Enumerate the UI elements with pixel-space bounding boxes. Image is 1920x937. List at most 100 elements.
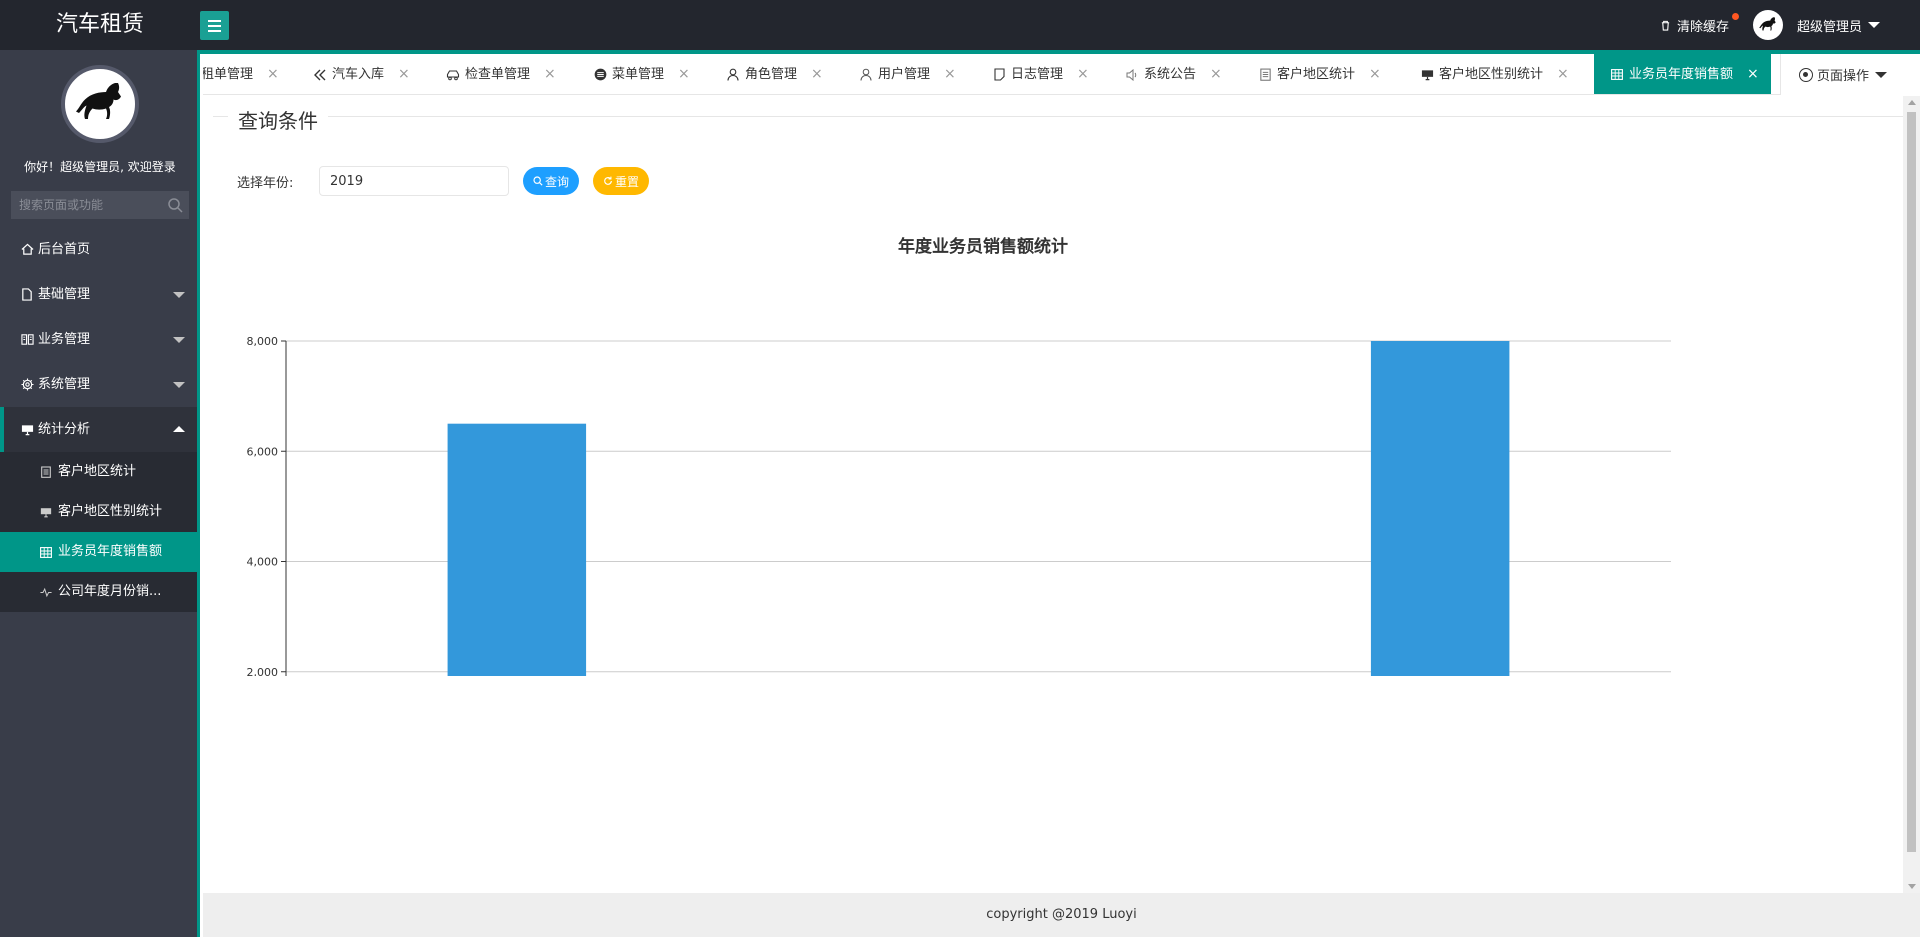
tab-label: 菜单管理 xyxy=(612,67,665,82)
search-icon[interactable] xyxy=(167,197,183,213)
close-icon[interactable]: × xyxy=(1369,54,1381,94)
bar xyxy=(1370,341,1510,676)
sidebar-item-label: 业务管理 xyxy=(38,332,91,347)
app-title[interactable]: 汽车租赁 xyxy=(0,0,200,50)
tab-role-management[interactable]: 角色管理 × xyxy=(726,54,823,94)
tab-label: 用户管理 xyxy=(878,67,931,82)
chevron-down-icon xyxy=(173,292,185,298)
scrollbar-thumb[interactable] xyxy=(1907,112,1916,852)
sidebar-item-business[interactable]: 业务管理 xyxy=(0,317,197,362)
year-label: 选择年份: xyxy=(237,175,294,191)
welcome-text: 你好！超级管理员, 欢迎登录 xyxy=(24,160,176,174)
query-button[interactable]: 查询 xyxy=(523,167,580,195)
close-icon[interactable]: × xyxy=(944,54,956,94)
reset-button-label: 重置 xyxy=(615,174,640,189)
tab-user-management[interactable]: 用户管理 × xyxy=(859,54,956,94)
tab-rental-orders[interactable]: 租单管理 × xyxy=(203,54,279,94)
sidebar-avatar xyxy=(61,65,139,143)
scroll-up-arrow-icon[interactable] xyxy=(1908,100,1916,105)
username-label: 超级管理员 xyxy=(1796,19,1862,35)
close-icon[interactable]: × xyxy=(398,54,410,94)
chevron-down-icon xyxy=(173,382,185,388)
page-operations-dropdown[interactable]: 页面操作 xyxy=(1780,54,1920,95)
close-icon[interactable]: × xyxy=(1747,54,1759,94)
y-tick-label: 6,000 xyxy=(247,445,279,458)
search-icon xyxy=(533,176,543,186)
year-input[interactable] xyxy=(319,166,509,196)
y-tick-label: 4,000 xyxy=(247,556,279,569)
clipboard-icon xyxy=(40,466,52,478)
tab-customer-gender[interactable]: 客户地区性别统计 × xyxy=(1420,54,1569,94)
sidebar-item-home[interactable]: 后台首页 xyxy=(0,227,197,272)
sidebar-item-basic[interactable]: 基础管理 xyxy=(0,272,197,317)
close-icon[interactable]: × xyxy=(1557,54,1569,94)
sidebar-item-label: 系统管理 xyxy=(38,377,91,392)
page-operations-label: 页面操作 xyxy=(1817,69,1870,84)
tab-label: 角色管理 xyxy=(745,67,798,82)
monitor-icon xyxy=(40,506,52,518)
user-icon xyxy=(726,68,740,82)
home-icon xyxy=(20,243,34,257)
tab-label: 汽车入库 xyxy=(332,67,385,82)
query-legend: 查询条件 xyxy=(228,105,328,134)
monitor-icon xyxy=(20,423,34,437)
footer: copyright @2019 Luoyi xyxy=(203,893,1920,937)
list-circle-icon xyxy=(593,68,607,82)
tab-log-management[interactable]: 日志管理 × xyxy=(992,54,1089,94)
query-fieldset: 查询条件 xyxy=(213,105,1903,134)
chevron-down-icon xyxy=(173,337,185,343)
monitor-icon xyxy=(1420,68,1434,82)
tab-customer-region[interactable]: 客户地区统计 × xyxy=(1258,54,1381,94)
tab-bar: 租单管理 × 汽车入库 × 检查单管理 × 菜单管理 × 角色管理 × 用户管理 × 日志管… xyxy=(203,54,1920,95)
sidebar-item-label: 后台首页 xyxy=(38,242,91,257)
close-icon[interactable]: × xyxy=(678,54,690,94)
top-header: 汽车租赁 清除缓存 超级管理员 xyxy=(0,0,1920,50)
sidebar-subitem-salesman-annual[interactable]: 业务员年度销售额 xyxy=(0,532,197,572)
sidebar-item-label: 统计分析 xyxy=(38,422,91,437)
user-outline-icon xyxy=(859,68,873,82)
tab-label: 客户地区统计 xyxy=(1277,67,1356,82)
tab-label: 系统公告 xyxy=(1144,67,1197,82)
query-form: 选择年份: 查询 重置 xyxy=(237,166,650,196)
refresh-icon xyxy=(604,176,612,185)
tab-menu-management[interactable]: 菜单管理 × xyxy=(593,54,690,94)
reset-button[interactable]: 重置 xyxy=(593,167,650,195)
trash-icon xyxy=(1661,20,1670,31)
close-icon[interactable]: × xyxy=(811,54,823,94)
tab-label: 租单管理 xyxy=(203,67,254,82)
sidebar-item-statistics[interactable]: 统计分析 xyxy=(0,407,197,452)
tab-salesman-annual[interactable]: 业务员年度销售额 × xyxy=(1594,54,1771,94)
clipboard-icon xyxy=(1258,68,1272,82)
close-icon[interactable]: × xyxy=(267,54,279,94)
file-icon xyxy=(20,288,34,302)
sidebar-subitem-customer-region[interactable]: 客户地区统计 xyxy=(0,452,197,492)
close-icon[interactable]: × xyxy=(1210,54,1222,94)
vertical-scrollbar[interactable] xyxy=(1903,96,1920,893)
bar xyxy=(447,423,587,676)
user-avatar xyxy=(1752,10,1783,40)
sidebar-item-system[interactable]: 系统管理 xyxy=(0,362,197,407)
sidebar: 你好！超级管理员, 欢迎登录 后台首页 基础管理 业务管理 系统管理 统计分析 xyxy=(0,50,200,937)
gear-icon xyxy=(20,378,34,392)
menu-toggle-button[interactable] xyxy=(200,11,229,40)
chart-title: 年度业务员销售额统计 xyxy=(898,237,1068,257)
sidebar-search xyxy=(10,190,190,220)
close-icon[interactable]: × xyxy=(544,54,556,94)
sidebar-subitem-label: 业务员年度销售额 xyxy=(58,544,163,559)
book-icon xyxy=(20,333,34,347)
sidebar-subitem-company-monthly[interactable]: 公司年度月份销... xyxy=(0,572,197,612)
tab-inspection[interactable]: 检查单管理 × xyxy=(446,54,556,94)
close-icon[interactable]: × xyxy=(1077,54,1089,94)
sidebar-subitem-customer-gender[interactable]: 客户地区性别统计 xyxy=(0,492,197,532)
user-menu[interactable]: 超级管理员 xyxy=(1752,10,1880,40)
sidebar-subitem-label: 客户地区统计 xyxy=(58,464,137,479)
tab-system-notice[interactable]: 系统公告 × xyxy=(1125,54,1222,94)
search-input[interactable] xyxy=(11,191,189,219)
clear-cache-button[interactable]: 清除缓存 xyxy=(1660,12,1739,35)
tab-label: 业务员年度销售额 xyxy=(1629,67,1734,82)
tab-car-inbound[interactable]: 汽车入库 × xyxy=(313,54,410,94)
double-chevron-left-icon xyxy=(313,68,327,82)
scroll-down-arrow-icon[interactable] xyxy=(1908,884,1916,889)
horse-icon xyxy=(1759,17,1776,31)
sidebar-nav: 后台首页 基础管理 业务管理 系统管理 统计分析 客户地区统计 客户地区性别统计… xyxy=(0,227,197,612)
